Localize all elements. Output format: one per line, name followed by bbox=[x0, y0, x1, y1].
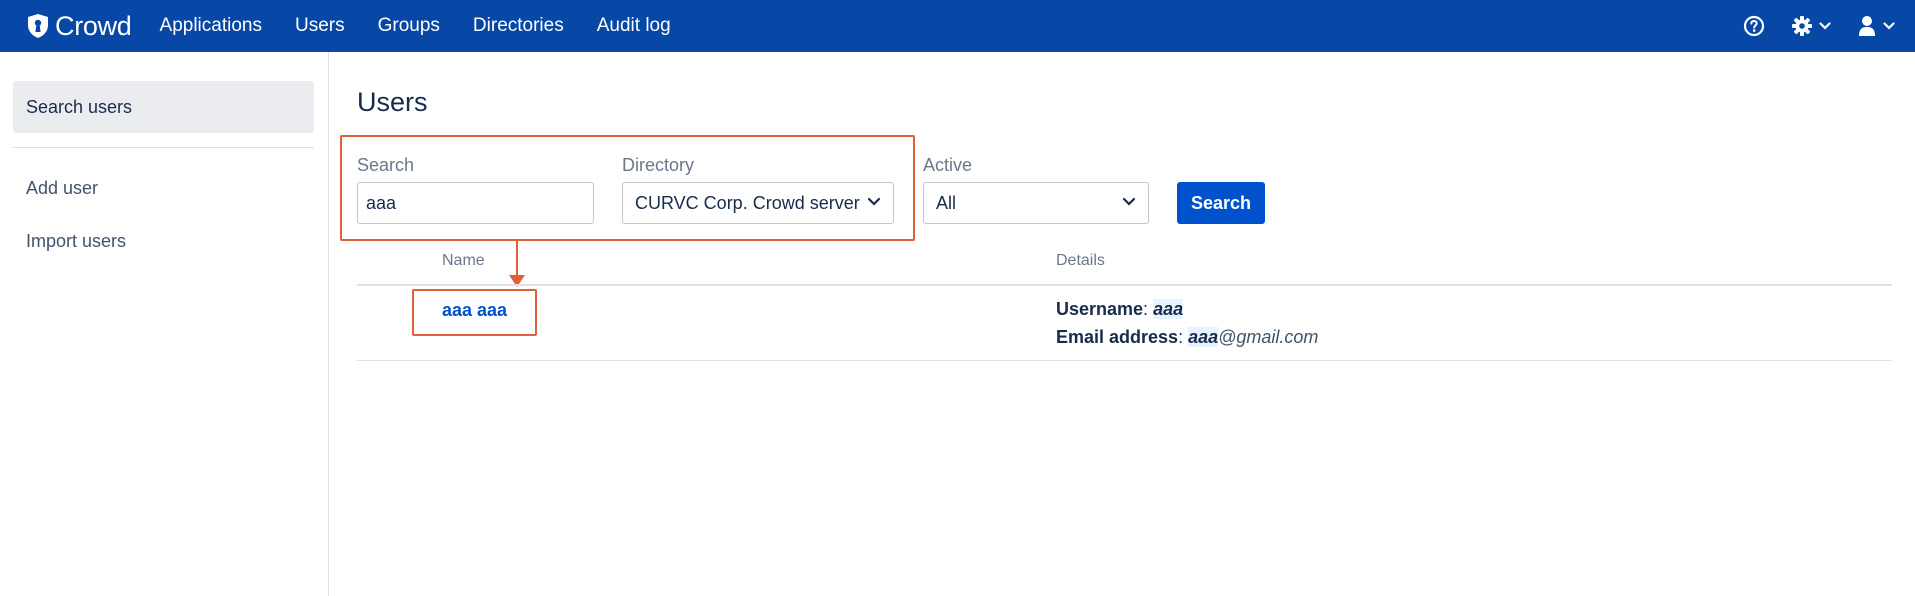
topbar-actions bbox=[1717, 0, 1895, 52]
table-header-divider bbox=[357, 284, 1892, 286]
annotation-arrow bbox=[516, 240, 518, 278]
nav-applications[interactable]: Applications bbox=[160, 15, 262, 37]
username-label: Username bbox=[1056, 299, 1144, 319]
nav-users[interactable]: Users bbox=[295, 15, 345, 37]
username-value: aaa bbox=[1153, 299, 1184, 319]
user-icon bbox=[1859, 16, 1875, 36]
email-label: Email address bbox=[1056, 327, 1179, 347]
sidebar-item-add-user[interactable]: Add user bbox=[26, 178, 98, 199]
detail-username: Username: aaa bbox=[1056, 299, 1184, 319]
help-button[interactable] bbox=[1743, 15, 1765, 37]
main-nav: Applications Users Groups Directories Au… bbox=[160, 0, 704, 52]
gear-icon bbox=[1792, 16, 1812, 36]
sidebar-item-search-users[interactable]: Search users bbox=[13, 81, 314, 133]
page-title: Users bbox=[357, 87, 428, 117]
column-header-name: Name bbox=[442, 252, 485, 269]
active-label: Active bbox=[923, 155, 973, 175]
detail-email: Email address: aaa@gmail.com bbox=[1056, 327, 1319, 347]
chevron-down-icon bbox=[1819, 22, 1831, 30]
chevron-down-icon bbox=[1122, 197, 1136, 206]
sidebar-item-import-users[interactable]: Import users bbox=[26, 231, 126, 252]
nav-audit-log[interactable]: Audit log bbox=[597, 15, 671, 37]
top-navigation-bar: Crowd Applications Users Groups Director… bbox=[0, 0, 1915, 52]
crowd-logo-icon bbox=[27, 13, 49, 39]
user-menu[interactable] bbox=[1857, 15, 1895, 37]
nav-groups[interactable]: Groups bbox=[378, 15, 440, 37]
sidebar-divider bbox=[13, 147, 314, 148]
nav-directories[interactable]: Directories bbox=[473, 15, 564, 37]
table-row-divider bbox=[357, 360, 1892, 361]
crowd-logo[interactable]: Crowd bbox=[27, 0, 132, 52]
column-header-details: Details bbox=[1056, 252, 1105, 269]
email-domain: @gmail.com bbox=[1218, 327, 1319, 347]
chevron-down-icon bbox=[1883, 22, 1895, 30]
search-button[interactable]: Search bbox=[1177, 182, 1265, 224]
annotation-highlight-filters bbox=[340, 135, 915, 241]
help-icon bbox=[1743, 15, 1765, 37]
user-name-link[interactable]: aaa aaa bbox=[442, 300, 507, 321]
active-selected-value: All bbox=[936, 192, 957, 213]
settings-menu[interactable] bbox=[1791, 15, 1831, 37]
sidebar: Search users Add user Import users bbox=[0, 52, 329, 596]
app-name: Crowd bbox=[55, 10, 132, 41]
active-select[interactable]: All bbox=[923, 182, 1149, 224]
email-match: aaa bbox=[1188, 327, 1219, 347]
